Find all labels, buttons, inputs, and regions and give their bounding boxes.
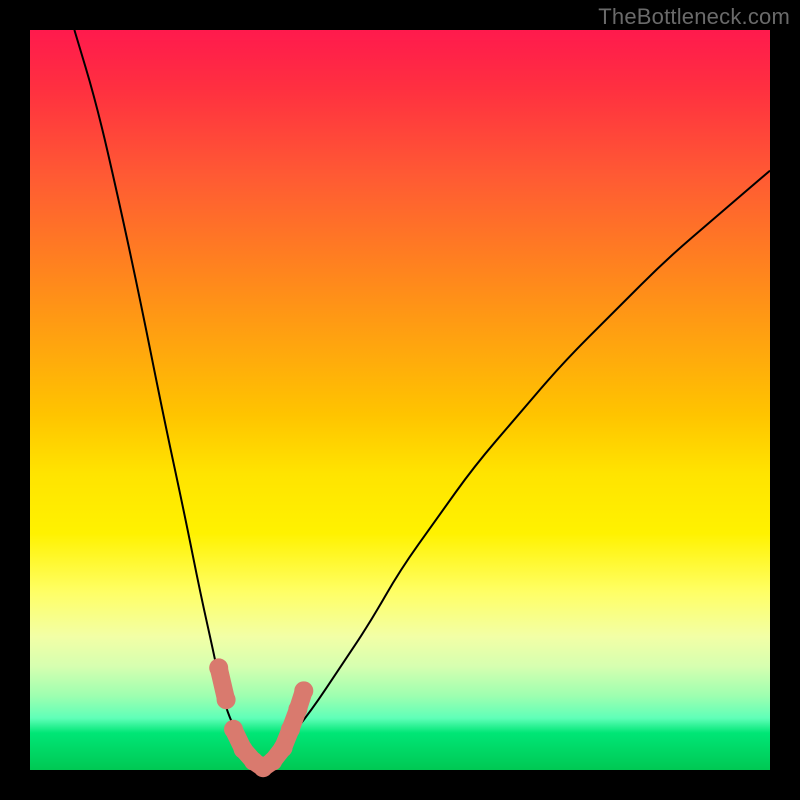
marker-dot: [281, 720, 300, 739]
watermark-text: TheBottleneck.com: [598, 4, 790, 30]
chart-svg: [30, 30, 770, 770]
marker-dot: [288, 700, 307, 719]
curve-left-branch: [74, 30, 259, 766]
curve-right-branch: [259, 171, 770, 767]
marker-dot: [274, 738, 293, 757]
marker-dot: [209, 658, 228, 677]
plot-area: [30, 30, 770, 770]
marker-dot: [294, 681, 313, 700]
marker-dot: [217, 690, 236, 709]
marker-dot: [224, 720, 243, 739]
